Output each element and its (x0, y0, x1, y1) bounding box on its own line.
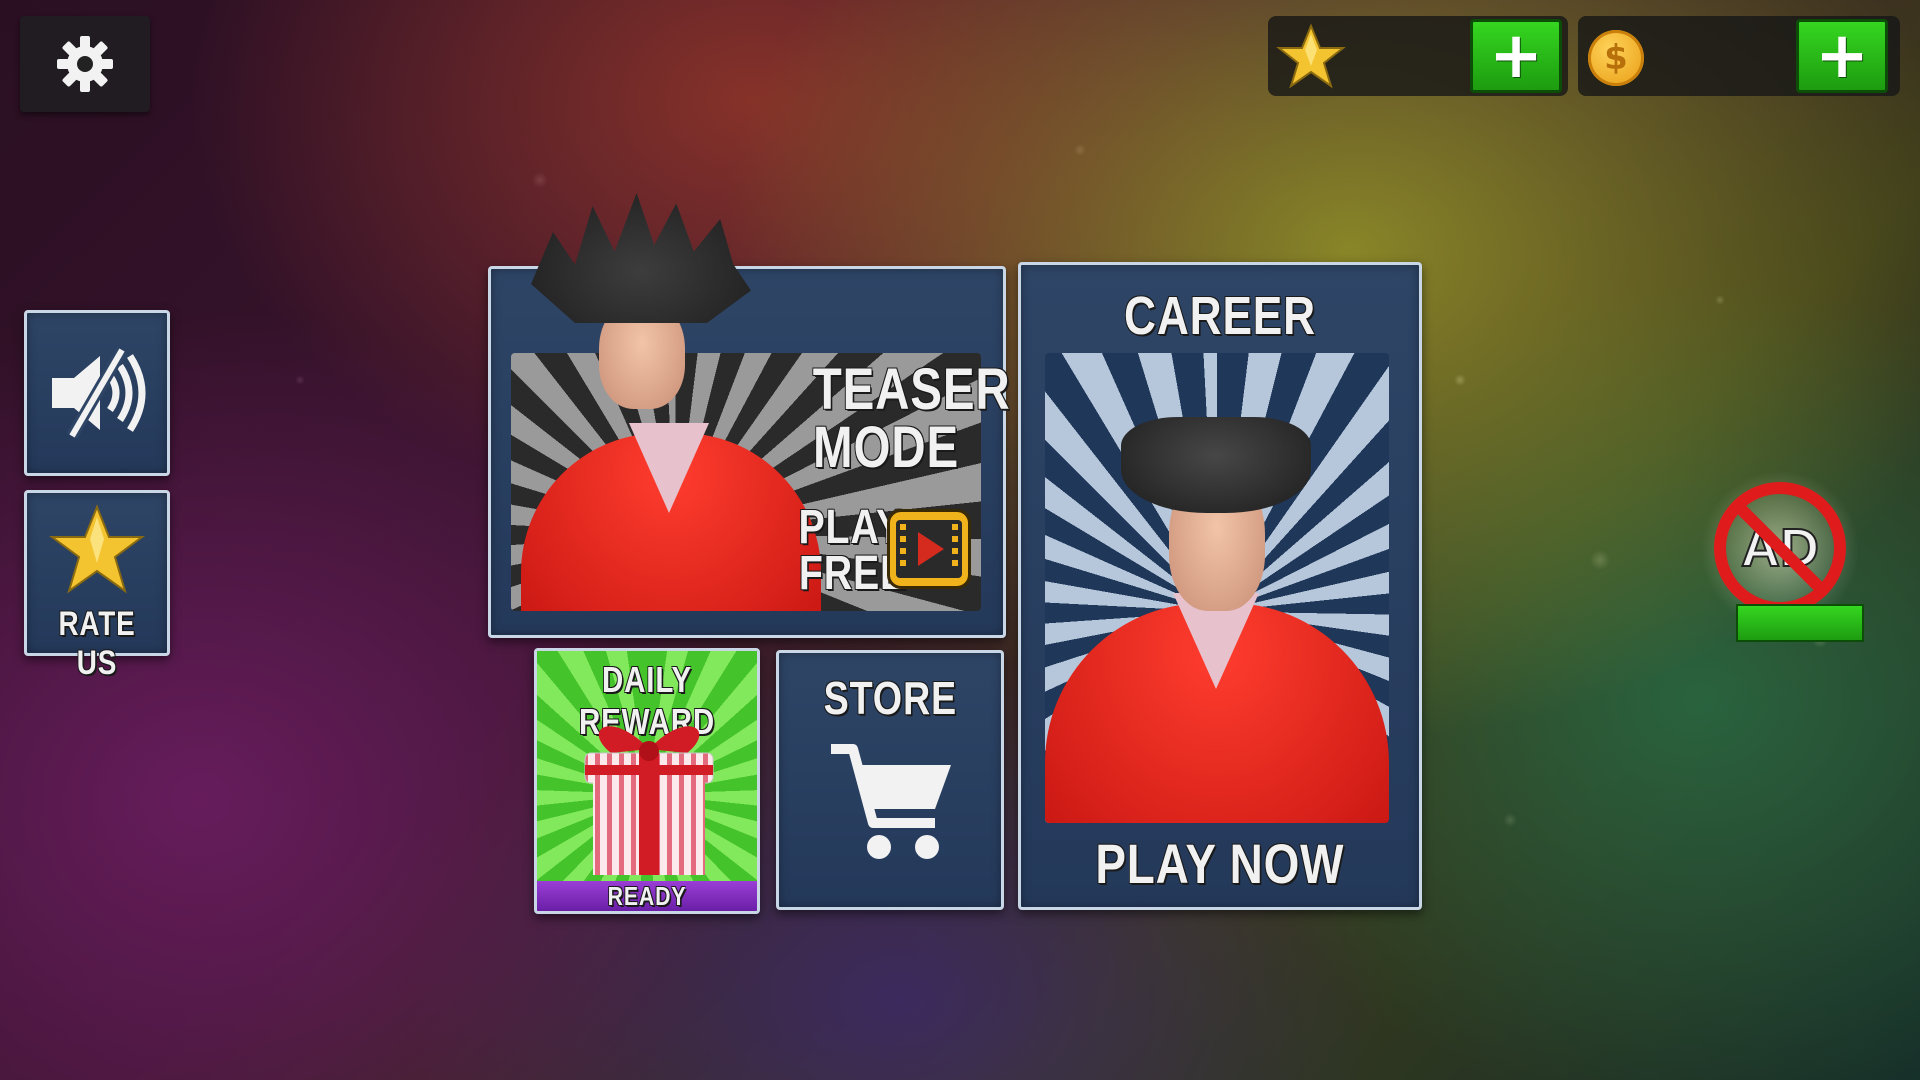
store-button[interactable]: STORE (776, 650, 1004, 910)
remove-ads-bar (1736, 604, 1864, 642)
no-ads-icon: AD (1714, 482, 1846, 614)
plus-icon: + (1815, 19, 1869, 93)
gift-box-icon (584, 726, 714, 875)
gear-icon (57, 36, 113, 92)
add-coins-button[interactable]: + (1796, 19, 1888, 93)
add-stars-button[interactable]: + (1470, 19, 1562, 93)
teaser-mode-card[interactable]: TEASER MODE PLAY FREE (488, 193, 1010, 638)
character-hair (531, 193, 751, 323)
video-play-icon (896, 520, 962, 578)
shopping-cart-icon (831, 744, 951, 859)
speaker-muted-icon (52, 346, 146, 440)
settings-button[interactable] (20, 16, 150, 112)
star-icon (49, 504, 145, 594)
teaser-title-line1: TEASER (812, 357, 1011, 422)
career-mode-art (1045, 353, 1389, 823)
coins-counter: $ + (1578, 16, 1900, 96)
star-icon (1276, 23, 1346, 89)
store-title: STORE (823, 672, 957, 724)
career-mode-card[interactable]: CAREER MODE PLAY NOW (1018, 262, 1422, 910)
teaser-title-line2: MODE (813, 415, 959, 480)
play-now-label: PLAY NOW (1095, 832, 1345, 895)
character-hair (1121, 417, 1311, 513)
daily-reward-button[interactable]: DAILY REWARD READY (534, 648, 760, 914)
rate-us-label: RATE US (58, 605, 136, 682)
sound-toggle-button[interactable] (24, 310, 170, 476)
plus-icon: + (1489, 19, 1543, 93)
rate-us-button[interactable]: RATE US (24, 490, 170, 682)
daily-reward-status-bar: READY (537, 881, 757, 911)
daily-reward-status: READY (607, 881, 687, 911)
remove-ads-button[interactable]: AD (1700, 470, 1864, 650)
coin-icon: $ (1588, 30, 1644, 86)
watch-video-button[interactable] (887, 509, 971, 589)
stars-counter: + (1268, 16, 1568, 96)
